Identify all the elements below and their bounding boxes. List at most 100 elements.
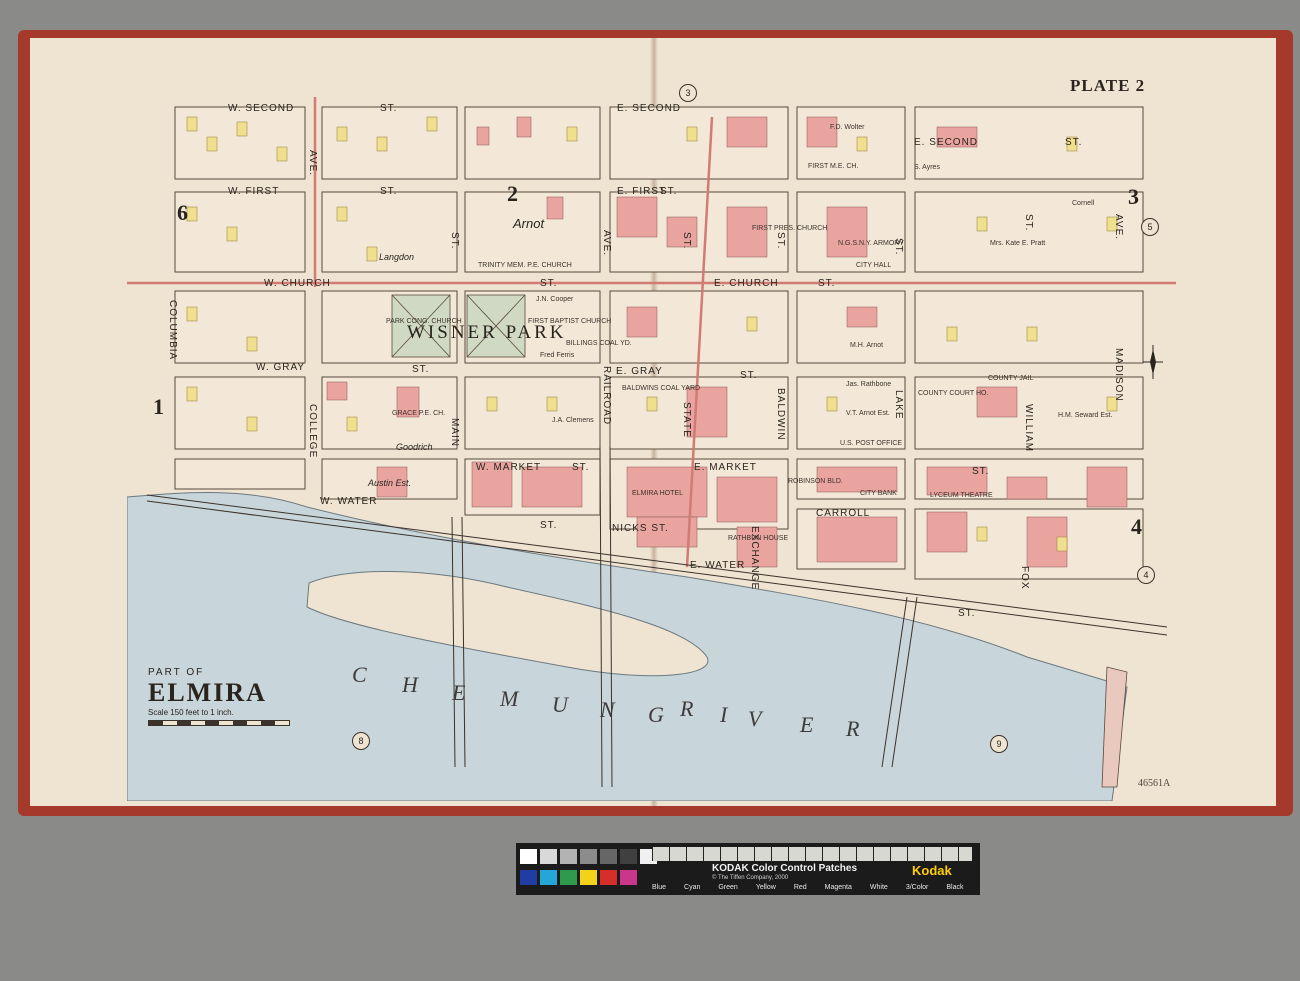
label-county-court: COUNTY COURT HO. — [918, 390, 989, 397]
label-county-jail: COUNTY JAIL — [988, 375, 1034, 382]
river-letter-m: M — [500, 686, 523, 711]
street-w-gray: W. GRAY — [256, 362, 306, 373]
kodak-label-cyan: Cyan — [684, 884, 701, 891]
title-part-of: PART OF — [148, 667, 205, 678]
label-city-bank: CITY BANK — [860, 490, 897, 497]
sheet-ref-8: 8 — [352, 732, 370, 750]
kodak-brand: Kodak — [912, 863, 952, 878]
river-letter-i: I — [720, 702, 732, 727]
color-patch-red — [600, 870, 617, 885]
gray-patch-row — [520, 849, 660, 864]
label-post-office: U.S. POST OFFICE — [840, 440, 903, 447]
kodak-label-magenta: Magenta — [824, 884, 852, 891]
street-railroad-ave: AVE. — [601, 230, 612, 257]
street-church-st: ST. — [540, 278, 558, 289]
label-baldwins-coal: BALDWINS COAL YARD — [622, 385, 701, 392]
gray-patch-5 — [600, 849, 617, 864]
river-letter-n: N — [600, 697, 619, 722]
street-e-first: E. FIRST — [617, 186, 667, 197]
label-fd-wolter: F.D. Wolter — [830, 124, 865, 131]
label-goodrich: Goodrich — [396, 442, 433, 452]
map-title-block: PART OF ELMIRA Scale 150 feet to 1 inch. — [148, 667, 290, 726]
label-billings: BILLINGS COAL YD. — [566, 340, 632, 347]
river-letter-r: R — [680, 696, 698, 721]
street-madison-ave: AVE. — [1113, 214, 1124, 241]
label-arnot: Arnot — [513, 216, 545, 231]
label-vt-arnot: V.T. Arnot Est. — [846, 410, 890, 417]
label-robinson: ROBINSON BLD. — [788, 478, 843, 485]
label-ja-clemens: J.A. Clemens — [552, 417, 594, 424]
street-william-st: ST. — [1023, 214, 1034, 232]
kodak-copyright: © The Tiffen Company, 2000 — [712, 875, 789, 881]
river-letter-h: H — [402, 672, 422, 697]
label-lyceum: LYCEUM THEATRE — [930, 492, 993, 499]
street-lake: LAKE — [893, 390, 904, 420]
kodak-label-green: Green — [718, 884, 738, 891]
ward-number-1: 1 — [153, 394, 164, 419]
kodak-title: KODAK Color Control Patches — [712, 863, 858, 874]
street-baldwin: BALDWIN — [775, 388, 786, 441]
label-wisner-park: WISNER PARK — [407, 322, 567, 343]
street-market-st: ST. — [572, 462, 590, 473]
label-jas-rathbone: Jas. Rathbone — [846, 381, 892, 388]
label-armory: N.G.S.N.Y. ARMORY — [838, 240, 904, 247]
label-park-church: PARK CONG. CHURCH — [386, 318, 462, 325]
label-first-pres: FIRST PRES. CHURCH — [752, 225, 828, 232]
kodak-label-3color: 3/Color — [905, 884, 929, 891]
label-jn-cooper: J.N. Cooper — [536, 296, 574, 303]
street-gray-st: ST. — [412, 364, 430, 375]
river-letter-v: V — [748, 706, 766, 731]
street-college-ave: AVE. — [307, 150, 318, 177]
gray-patch-6 — [620, 849, 637, 864]
street-state-st: ST. — [681, 232, 692, 250]
label-elmira-hotel: ELMIRA HOTEL — [632, 490, 683, 497]
street-state: STATE — [681, 402, 692, 438]
kodak-label-black: Black — [946, 884, 964, 891]
label-city-hall: CITY HALL — [856, 262, 892, 269]
street-w-market: W. MARKET — [476, 462, 542, 473]
sheet-ref-9: 9 — [990, 735, 1008, 753]
street-w-first: W. FIRST — [228, 186, 280, 197]
gray-patch-4 — [580, 849, 597, 864]
kodak-label-red: Red — [793, 884, 807, 891]
label-mh-arnot: M.H. Arnot — [850, 342, 884, 349]
street-railroad: RAILROAD — [601, 366, 612, 426]
street-e-second-right: E. SECOND — [914, 137, 979, 148]
street-e-church: E. CHURCH — [714, 278, 779, 289]
street-st-right-top: ST. — [1065, 137, 1083, 148]
street-first-st: ST. — [380, 186, 398, 197]
street-college: COLLEGE — [307, 404, 318, 459]
label-fred-ferris: Fred Ferris — [540, 352, 575, 359]
ward-number-6: 6 — [177, 200, 188, 225]
label-hm-seward: H.M. Seward Est. — [1058, 412, 1113, 419]
street-columbia: COLUMBIA — [167, 300, 178, 361]
label-first-me: FIRST M.E. CH. — [808, 163, 859, 170]
sheet-ref-5: 5 — [1141, 218, 1159, 236]
river-letter-g: G — [648, 702, 668, 727]
kodak-color-control: KODAK Color Control Patches Kodak © The … — [516, 843, 980, 895]
street-fox: FOX — [1019, 566, 1030, 590]
river-letter-u: U — [552, 692, 572, 717]
street-carroll: CARROLL — [816, 508, 871, 519]
color-patch-blue — [520, 870, 537, 885]
street-e-second: E. SECOND — [617, 103, 682, 114]
street-e-gray-st: ST. — [740, 370, 758, 381]
label-rathbun: RATHBUN HOUSE — [728, 535, 789, 542]
street-nicks-st: NICKS ST. — [612, 523, 669, 534]
kodak-labels: Blue Cyan Green Yellow Red Magenta White… — [652, 884, 982, 891]
title-scale: Scale 150 feet to 1 inch. — [148, 708, 234, 717]
river-letter-r2: R — [846, 716, 864, 741]
color-patch-cyan — [540, 870, 557, 885]
color-patch-yellow — [580, 870, 597, 885]
street-water-st-right: ST. — [958, 608, 976, 619]
street-william: WILLIAM — [1023, 404, 1034, 453]
plate-title: PLATE 2 — [1070, 76, 1146, 95]
scale-bar — [148, 720, 290, 726]
kodak-ruler — [652, 847, 972, 861]
label-mrs-kate: Mrs. Kate E. Pratt — [990, 240, 1046, 247]
gray-patch-3 — [560, 849, 577, 864]
color-patch-magenta — [620, 870, 637, 885]
street-church-st-right: ST. — [818, 278, 836, 289]
color-patch-green — [560, 870, 577, 885]
street-water-st: ST. — [540, 520, 558, 531]
